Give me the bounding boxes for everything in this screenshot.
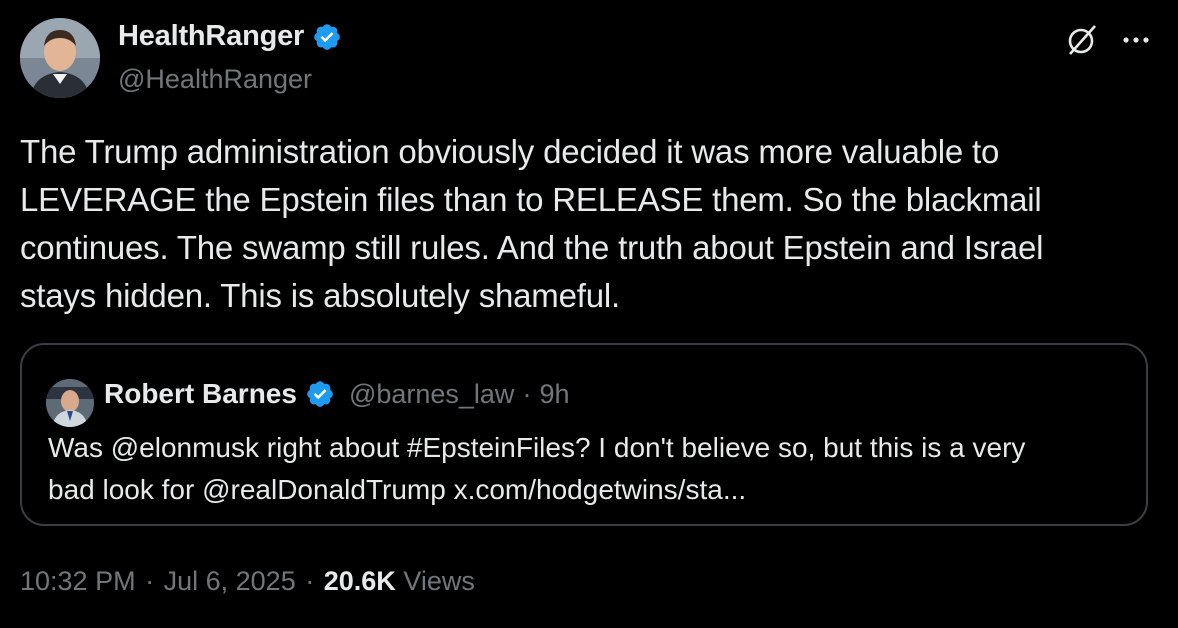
quote-line: bad look for @realDonaldTrump x.com/hodg…: [48, 474, 747, 505]
more-button[interactable]: [1116, 22, 1156, 58]
author-name-row: HealthRanger: [118, 20, 342, 53]
quote-header: Robert Barnes @barnes_law · 9h: [104, 378, 569, 410]
quote-text: Was @elonmusk right about #EpsteinFiles?…: [48, 427, 1128, 511]
tweet-line: LEVERAGE the Epstein files than to RELEA…: [20, 181, 1042, 218]
quote-author-handle[interactable]: @barnes_law: [349, 379, 515, 410]
tweet-line: stays hidden. This is absolutely shamefu…: [20, 277, 620, 314]
verified-badge-icon: [307, 381, 333, 407]
tweet-line: The Trump administration obviously decid…: [20, 133, 1000, 170]
author-handle[interactable]: @HealthRanger: [118, 64, 312, 95]
tweet-text: The Trump administration obviously decid…: [20, 128, 1150, 320]
quote-author-name[interactable]: Robert Barnes: [104, 378, 297, 410]
grok-button[interactable]: [1064, 22, 1100, 58]
views-label: Views: [403, 566, 475, 596]
quote-author-avatar[interactable]: [46, 379, 94, 427]
tweet-date[interactable]: Jul 6, 2025: [164, 566, 296, 596]
quoted-tweet[interactable]: Robert Barnes @barnes_law · 9h Was @elon…: [20, 343, 1148, 526]
quote-timestamp[interactable]: 9h: [539, 379, 569, 410]
meta-separator: ·: [145, 566, 155, 596]
tweet-line: continues. The swamp still rules. And th…: [20, 229, 1044, 266]
verified-badge-icon: [314, 23, 340, 50]
views-count[interactable]: 20.6K: [324, 566, 396, 596]
tweet-meta: 10:32 PM · Jul 6, 2025 · 20.6K Views: [20, 566, 475, 597]
quote-separator: ·: [522, 378, 532, 409]
more-horizontal-icon: [1123, 37, 1149, 43]
grok-icon: [1068, 25, 1096, 55]
tweet-time[interactable]: 10:32 PM: [20, 566, 136, 596]
quote-line: Was @elonmusk right about #EpsteinFiles?…: [48, 432, 1026, 463]
author-avatar[interactable]: [20, 18, 100, 98]
meta-separator: ·: [305, 566, 315, 596]
author-name[interactable]: HealthRanger: [118, 20, 304, 53]
